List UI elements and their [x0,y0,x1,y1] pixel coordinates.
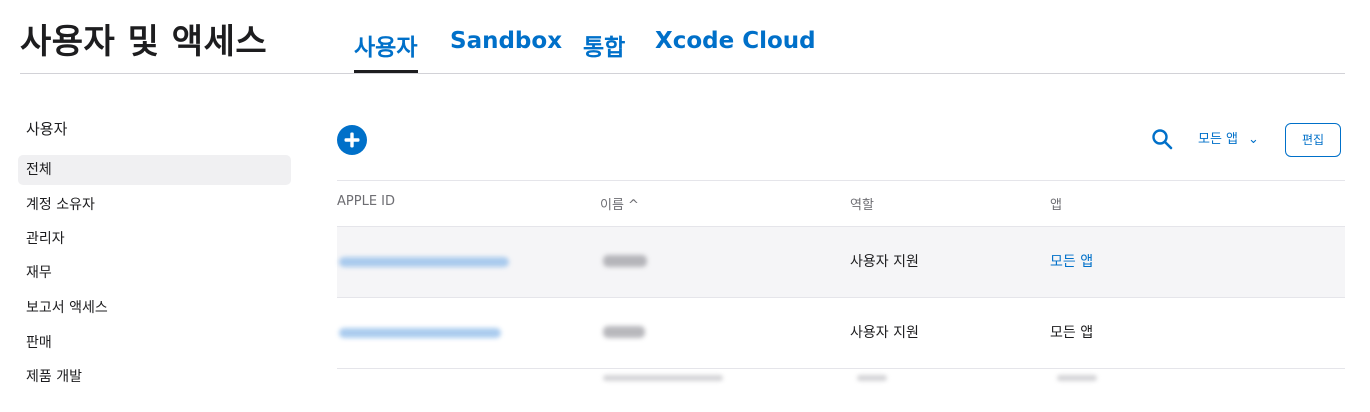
sidebar-item-sales[interactable]: 판매 [18,328,291,358]
redacted-apple-id [339,328,501,338]
role-cell: 사용자 지원 [850,254,919,270]
role-cell: 사용자 지원 [850,325,919,341]
active-tab-indicator [354,70,418,73]
tab-integrations[interactable]: 통합 [583,28,625,62]
column-header-name[interactable]: 이름 ^ [600,194,639,213]
column-header-apps[interactable]: 앱 [1050,194,1062,213]
page-title: 사용자 및 액세스 [20,22,268,62]
redacted-apple-id [339,257,509,267]
tab-users[interactable]: 사용자 [354,28,417,62]
redacted-apps [1057,375,1097,381]
sidebar-item-report-access[interactable]: 보고서 액세스 [18,293,291,323]
users-and-access-page: 사용자 및 액세스 사용자 Sandbox 통합 Xcode Cloud 사용자… [0,0,1370,412]
edit-button[interactable]: 편집 [1285,123,1341,157]
chevron-down-icon: ⌄ [1248,132,1259,147]
tab-sandbox[interactable]: Sandbox [450,28,562,54]
sidebar-item-product-development[interactable]: 제품 개발 [18,362,291,392]
apps-cell[interactable]: 모든 앱 [1050,227,1093,297]
sidebar-heading: 사용자 [26,120,68,138]
add-user-button[interactable] [337,125,367,155]
sidebar-item-account-holder[interactable]: 계정 소유자 [18,190,291,220]
table-row[interactable]: 사용자 지원 모든 앱 [337,226,1345,297]
sidebar-item-admin[interactable]: 관리자 [18,224,291,254]
app-filter-select[interactable]: 모든 앱 ⌄ [1198,129,1259,151]
search-icon[interactable] [1151,128,1173,150]
tab-xcode-cloud[interactable]: Xcode Cloud [655,28,816,54]
redacted-role [857,375,887,381]
app-filter-label: 모든 앱 [1198,132,1239,147]
table-row[interactable] [337,368,1345,412]
redacted-name [603,255,647,267]
plus-circle-icon [344,132,360,148]
redacted-name [603,375,723,381]
sidebar-item-all[interactable]: 전체 [18,155,291,185]
redacted-name [603,326,645,338]
column-header-role[interactable]: 역할 [850,194,874,213]
table-row[interactable]: 사용자 지원 모든 앱 [337,297,1345,368]
sidebar-item-finance[interactable]: 재무 [18,258,291,288]
apps-cell: 모든 앱 [1050,325,1094,341]
table-divider [337,180,1345,181]
page-header: 사용자 및 액세스 사용자 Sandbox 통합 Xcode Cloud [20,0,1345,74]
column-header-apple-id[interactable]: APPLE ID [337,194,395,209]
